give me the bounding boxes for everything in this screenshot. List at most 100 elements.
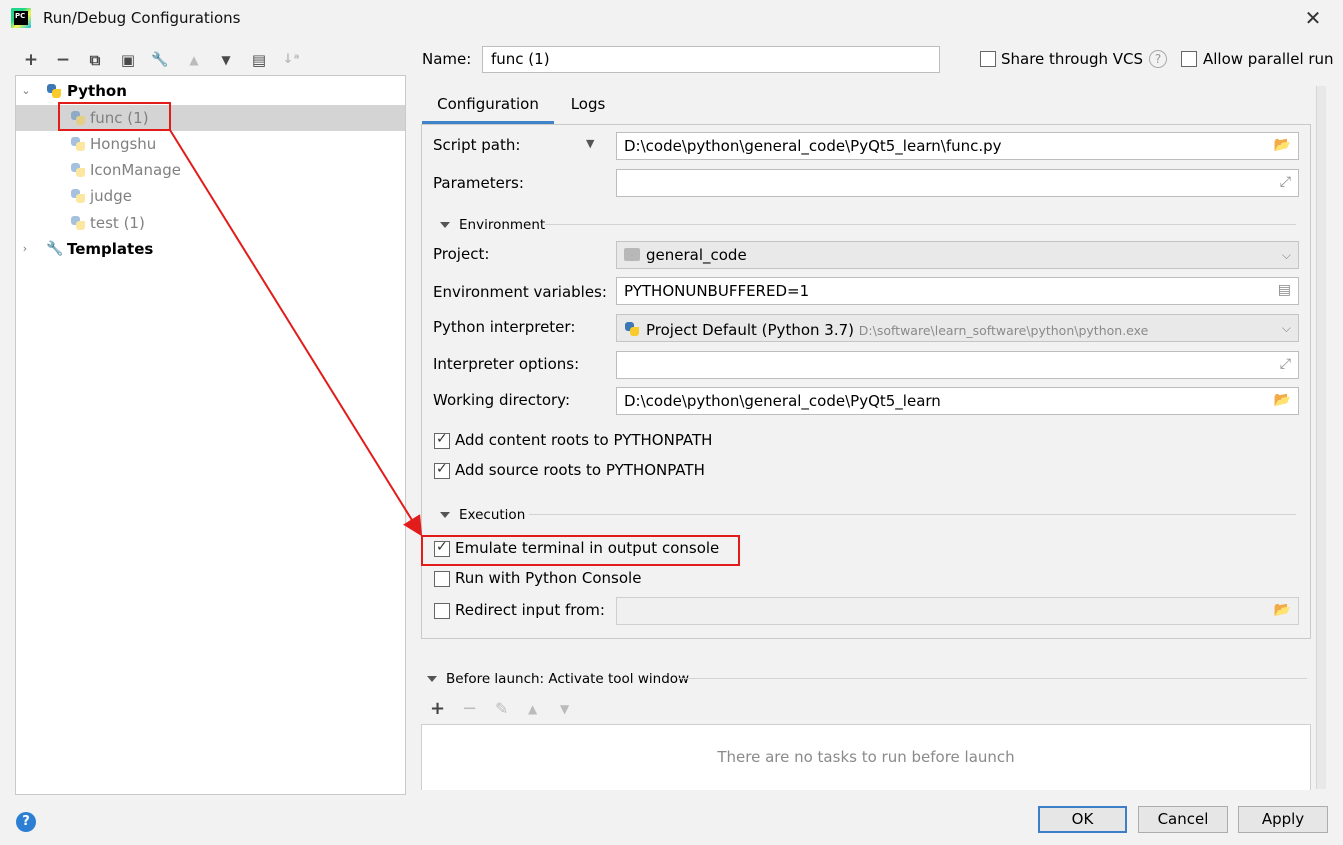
environment-section-title: Environment bbox=[459, 217, 546, 233]
help-icon[interactable]: ? bbox=[1149, 50, 1167, 68]
move-down-icon[interactable]: ▼ bbox=[215, 49, 237, 71]
copy-configuration-icon[interactable]: ⧉ bbox=[84, 49, 106, 71]
script-path-label: Script path: bbox=[433, 136, 521, 154]
tab-logs[interactable]: Logs bbox=[556, 86, 620, 124]
python-icon bbox=[70, 215, 86, 231]
interpreter-path: D:\software\learn_software\python\python… bbox=[858, 323, 1149, 338]
tree-group-label: Python bbox=[67, 82, 127, 100]
python-icon bbox=[46, 83, 62, 99]
close-button[interactable]: ✕ bbox=[1300, 6, 1326, 32]
python-icon bbox=[624, 321, 640, 337]
python-icon bbox=[70, 136, 86, 152]
folder-icon[interactable]: 📂 bbox=[1274, 137, 1291, 153]
logo-text: PC bbox=[14, 11, 28, 25]
script-type-dropdown-icon[interactable]: ▼ bbox=[586, 137, 594, 150]
working-dir-input[interactable]: D:\code\python\general_code\PyQt5_learn … bbox=[616, 387, 1299, 415]
section-divider bbox=[545, 224, 1296, 225]
tree-item-iconmanage[interactable]: IconManage bbox=[16, 157, 405, 183]
name-label: Name: bbox=[422, 50, 472, 68]
annotation-highlight-box bbox=[421, 535, 740, 566]
run-with-console-checkbox[interactable] bbox=[434, 571, 450, 587]
tree-group-templates[interactable]: › 🔧 Templates bbox=[16, 236, 405, 262]
redirect-input-field[interactable]: 📂 bbox=[616, 597, 1299, 625]
interp-options-input[interactable]: ⤢ bbox=[616, 351, 1299, 379]
tree-group-python[interactable]: ⌄ Python bbox=[16, 78, 405, 104]
interpreter-value: Project Default (Python 3.7) bbox=[646, 321, 854, 339]
apply-button[interactable]: Apply bbox=[1238, 806, 1328, 833]
environment-section[interactable]: Environment bbox=[440, 217, 545, 233]
triangle-down-icon bbox=[440, 512, 450, 518]
annotation-highlight-box bbox=[58, 102, 171, 131]
tree-item-judge[interactable]: judge bbox=[16, 183, 405, 209]
help-button[interactable]: ? bbox=[16, 812, 36, 832]
folder-icon[interactable]: 📂 bbox=[1274, 602, 1291, 618]
remove-task-icon[interactable]: − bbox=[462, 698, 477, 719]
configurations-tree[interactable]: ⌄ Python func (1) Hongshu IconManage jud… bbox=[15, 75, 406, 795]
execution-section-title: Execution bbox=[459, 507, 526, 523]
expand-icon[interactable]: ⤢ bbox=[1280, 174, 1291, 190]
tree-group-label: Templates bbox=[67, 240, 154, 258]
project-combobox[interactable]: general_code ⌵ bbox=[616, 241, 1299, 269]
tab-configuration[interactable]: Configuration bbox=[422, 86, 554, 124]
tree-item-label: IconManage bbox=[90, 161, 181, 179]
section-divider bbox=[529, 514, 1296, 515]
parameters-label: Parameters: bbox=[433, 174, 524, 192]
allow-parallel-checkbox[interactable] bbox=[1181, 51, 1197, 67]
tree-item-label: Hongshu bbox=[90, 135, 157, 153]
add-configuration-icon[interactable]: + bbox=[20, 49, 42, 71]
section-divider bbox=[678, 678, 1307, 679]
project-label: Project: bbox=[433, 245, 490, 263]
cancel-button[interactable]: Cancel bbox=[1138, 806, 1228, 833]
chevron-down-icon[interactable]: ⌄ bbox=[20, 78, 32, 104]
edit-list-icon[interactable]: ▤ bbox=[1278, 282, 1291, 298]
project-value: general_code bbox=[646, 246, 747, 264]
add-source-roots-checkbox[interactable] bbox=[434, 461, 450, 479]
save-configuration-icon[interactable]: ▣ bbox=[117, 49, 139, 71]
share-vcs-label: Share through VCS bbox=[1001, 50, 1144, 68]
folder-icon bbox=[624, 248, 640, 261]
interp-options-label: Interpreter options: bbox=[433, 355, 580, 373]
add-task-icon[interactable]: + bbox=[430, 698, 445, 719]
parameters-input[interactable]: ⤢ bbox=[616, 169, 1299, 197]
sort-configurations-icon[interactable]: ↓ᵃ bbox=[280, 49, 302, 71]
env-vars-input[interactable]: PYTHONUNBUFFERED=1 ▤ bbox=[616, 277, 1299, 305]
wrench-icon: 🔧 bbox=[46, 241, 64, 257]
window-title: Run/Debug Configurations bbox=[43, 9, 241, 27]
move-up-icon[interactable]: ▲ bbox=[183, 49, 205, 71]
add-content-roots-checkbox[interactable] bbox=[434, 431, 450, 449]
execution-section[interactable]: Execution bbox=[440, 507, 525, 523]
tree-item-test[interactable]: test (1) bbox=[16, 210, 405, 236]
chevron-right-icon[interactable]: › bbox=[19, 236, 31, 262]
pycharm-logo-icon: PC bbox=[11, 8, 31, 28]
before-launch-section[interactable]: Before launch: Activate tool window bbox=[427, 671, 689, 687]
ok-button[interactable]: OK bbox=[1038, 806, 1127, 833]
chevron-down-icon[interactable]: ⌵ bbox=[1282, 248, 1291, 263]
edit-defaults-wrench-icon[interactable]: 🔧 bbox=[149, 49, 171, 71]
redirect-input-checkbox[interactable] bbox=[434, 603, 450, 619]
name-input[interactable]: func (1) bbox=[482, 46, 940, 73]
folder-icon[interactable]: 📂 bbox=[1274, 392, 1291, 408]
expand-icon[interactable]: ⤢ bbox=[1280, 356, 1291, 372]
add-content-roots-label: Add content roots to PYTHONPATH bbox=[455, 431, 713, 449]
empty-tasks-text: There are no tasks to run before launch bbox=[717, 748, 1015, 766]
tree-item-hongshu[interactable]: Hongshu bbox=[16, 131, 405, 157]
python-icon bbox=[70, 162, 86, 178]
move-task-up-icon[interactable]: ▲ bbox=[528, 702, 537, 716]
share-vcs-checkbox[interactable] bbox=[980, 51, 996, 67]
env-vars-label: Environment variables: bbox=[433, 283, 607, 301]
scrollbar[interactable] bbox=[1316, 86, 1326, 789]
script-path-input[interactable]: D:\code\python\general_code\PyQt5_learn\… bbox=[616, 132, 1299, 160]
interpreter-combobox[interactable]: Project Default (Python 3.7) D:\software… bbox=[616, 314, 1299, 342]
triangle-down-icon bbox=[427, 676, 437, 682]
new-folder-icon[interactable]: ▤ bbox=[248, 49, 270, 71]
run-with-console-label: Run with Python Console bbox=[455, 569, 642, 587]
move-task-down-icon[interactable]: ▼ bbox=[560, 702, 569, 716]
remove-configuration-icon[interactable]: − bbox=[52, 49, 74, 71]
python-icon bbox=[70, 188, 86, 204]
triangle-down-icon bbox=[440, 222, 450, 228]
working-dir-value: D:\code\python\general_code\PyQt5_learn bbox=[624, 392, 941, 410]
tree-item-label: judge bbox=[90, 187, 132, 205]
edit-task-icon[interactable]: ✎ bbox=[495, 699, 508, 718]
chevron-down-icon[interactable]: ⌵ bbox=[1282, 321, 1291, 336]
env-vars-value: PYTHONUNBUFFERED=1 bbox=[624, 282, 810, 300]
